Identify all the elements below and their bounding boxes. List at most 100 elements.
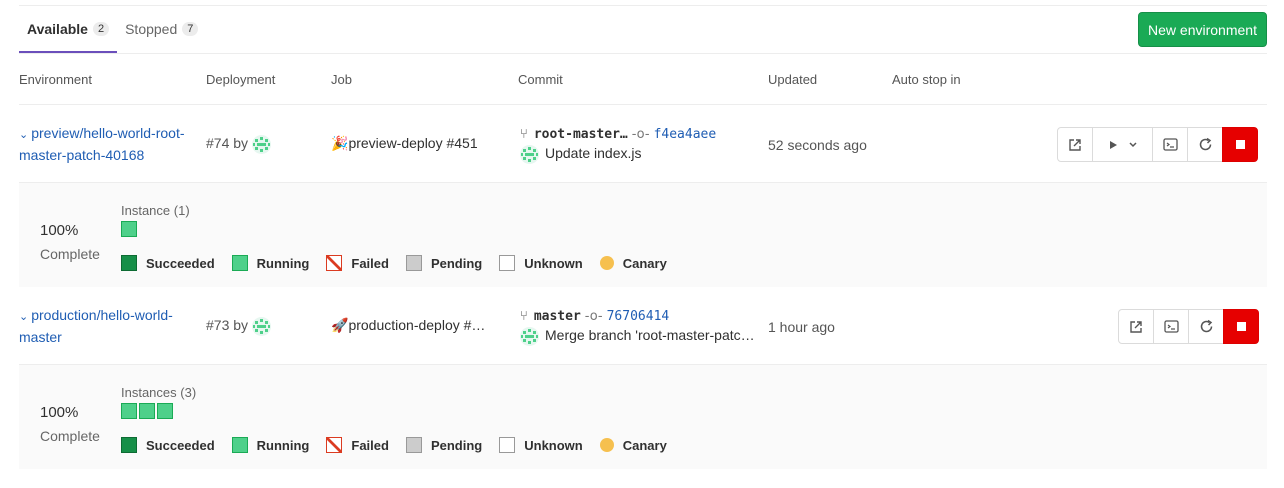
legend-succeeded: Succeeded — [121, 437, 215, 453]
commit-message[interactable]: Merge branch 'root-master-patc… — [545, 327, 755, 343]
column-header-deployment: Deployment — [206, 72, 276, 87]
unknown-swatch — [499, 255, 516, 271]
stop-icon — [1235, 140, 1245, 149]
instance-running[interactable] — [157, 403, 173, 419]
chevron-down-icon — [1128, 141, 1137, 147]
deployment-number: #73 by — [206, 317, 249, 334]
retry-icon — [1199, 137, 1211, 151]
pending-swatch — [405, 437, 422, 453]
chevron-down-icon[interactable]: ⌄ — [19, 129, 28, 141]
avatar[interactable] — [251, 317, 271, 336]
commit-message[interactable]: Update index.js — [545, 145, 642, 161]
column-header-commit: Commit — [518, 72, 563, 87]
legend-label: Running — [256, 437, 310, 453]
legend-label: Canary — [622, 255, 667, 271]
terminal-icon — [1162, 138, 1178, 151]
environment-tabs: Available 2 Stopped 7 — [19, 6, 206, 53]
legend-canary: Canary — [599, 437, 667, 453]
legend-failed: Failed — [326, 437, 389, 453]
column-header-job: Job — [331, 72, 352, 87]
environment-name-link-cont[interactable]: master-patch-40168 — [19, 147, 144, 163]
rocket-icon: 🚀 — [331, 318, 349, 334]
running-swatch — [231, 437, 248, 453]
commit-icon: -o- — [584, 309, 603, 324]
job-link[interactable]: preview-deploy #451 — [348, 135, 477, 151]
column-header-auto-stop: Auto stop in — [892, 72, 961, 87]
play-icon — [1109, 140, 1117, 149]
deploy-dropdown-button[interactable] — [1092, 127, 1153, 162]
pending-swatch — [405, 255, 422, 271]
legend-succeeded: Succeeded — [121, 255, 215, 271]
environment-name-link[interactable]: preview/hello-world-root- — [31, 125, 184, 141]
branch-icon: ⑂ — [520, 127, 528, 142]
legend-label: Pending — [430, 437, 483, 453]
terminal-button[interactable] — [1152, 127, 1188, 162]
external-link-icon — [1130, 320, 1142, 333]
terminal-icon — [1163, 320, 1179, 333]
legend-label: Canary — [622, 437, 667, 453]
tabs-divider — [19, 53, 1267, 54]
branch-icon: ⑂ — [520, 309, 528, 324]
instances-label: Instances (3) — [121, 385, 197, 400]
commit-icon: -o- — [631, 127, 650, 142]
commit-sha[interactable]: 76706414 — [607, 309, 670, 324]
redeploy-button[interactable] — [1188, 309, 1224, 344]
redeploy-button[interactable] — [1187, 127, 1223, 162]
stop-button[interactable] — [1222, 127, 1258, 162]
instance-running[interactable] — [121, 403, 137, 419]
column-header-updated: Updated — [768, 72, 818, 87]
tab-available[interactable]: Available 2 — [19, 6, 118, 53]
legend-canary: Canary — [599, 255, 667, 271]
tab-stopped[interactable]: Stopped 7 — [117, 6, 206, 52]
legend-label: Failed — [351, 437, 389, 453]
deployment-cell: #74 by — [206, 135, 271, 154]
external-link-button[interactable] — [1057, 127, 1093, 162]
legend-label: Succeeded — [146, 437, 215, 453]
environment-row: ⌄ preview/hello-world-root- master-patch-… — [19, 122, 199, 166]
party-popper-icon: 🎉 — [331, 136, 349, 152]
instance-running[interactable] — [139, 403, 155, 419]
terminal-button[interactable] — [1153, 309, 1189, 344]
avatar[interactable] — [520, 145, 539, 164]
legend-label: Pending — [430, 255, 483, 271]
job-link[interactable]: production-deploy #… — [348, 317, 485, 333]
deployment-cell: #73 by — [206, 317, 271, 336]
legend-unknown: Unknown — [499, 255, 583, 271]
tab-stopped-label: Stopped — [125, 21, 178, 37]
retry-icon — [1200, 319, 1212, 333]
failed-swatch — [326, 437, 343, 453]
environment-name-link[interactable]: production/hello-world- — [31, 307, 173, 323]
unknown-swatch — [499, 437, 516, 453]
chevron-down-icon[interactable]: ⌄ — [19, 311, 28, 323]
deploy-status: Complete — [40, 428, 100, 444]
external-link-button[interactable] — [1118, 309, 1154, 344]
commit-ref[interactable]: master — [534, 309, 581, 324]
avatar[interactable] — [251, 135, 271, 154]
stop-button[interactable] — [1223, 309, 1259, 344]
commit-ref[interactable]: root-master… — [534, 127, 628, 142]
tab-available-label: Available — [27, 20, 88, 37]
header-divider — [19, 104, 1267, 105]
legend-label: Unknown — [524, 437, 583, 453]
environment-name-link-cont[interactable]: master — [19, 329, 62, 345]
legend-unknown: Unknown — [499, 437, 583, 453]
updated-time: 52 seconds ago — [768, 137, 867, 153]
legend-pending: Pending — [405, 437, 483, 453]
succeeded-swatch — [121, 437, 137, 453]
deploy-percentage: 100% — [40, 404, 79, 421]
avatar[interactable] — [520, 327, 539, 346]
deploy-percentage: 100% — [40, 222, 79, 239]
new-environment-button[interactable]: New environment — [1138, 12, 1267, 47]
column-header-environment: Environment — [19, 72, 92, 87]
legend-label: Unknown — [524, 255, 583, 271]
instance-running[interactable] — [121, 221, 137, 237]
updated-time: 1 hour ago — [768, 319, 835, 335]
tab-available-count: 2 — [92, 21, 110, 36]
deployment-number: #74 by — [206, 135, 249, 152]
deploy-board — [19, 364, 1267, 469]
canary-swatch — [599, 438, 614, 452]
external-link-icon — [1069, 138, 1081, 151]
commit-sha[interactable]: f4ea4aee — [654, 127, 717, 142]
commit-cell: ⑂ root-master… -o-f4ea4aee Update index.js — [520, 125, 760, 164]
environment-actions — [1057, 127, 1258, 162]
